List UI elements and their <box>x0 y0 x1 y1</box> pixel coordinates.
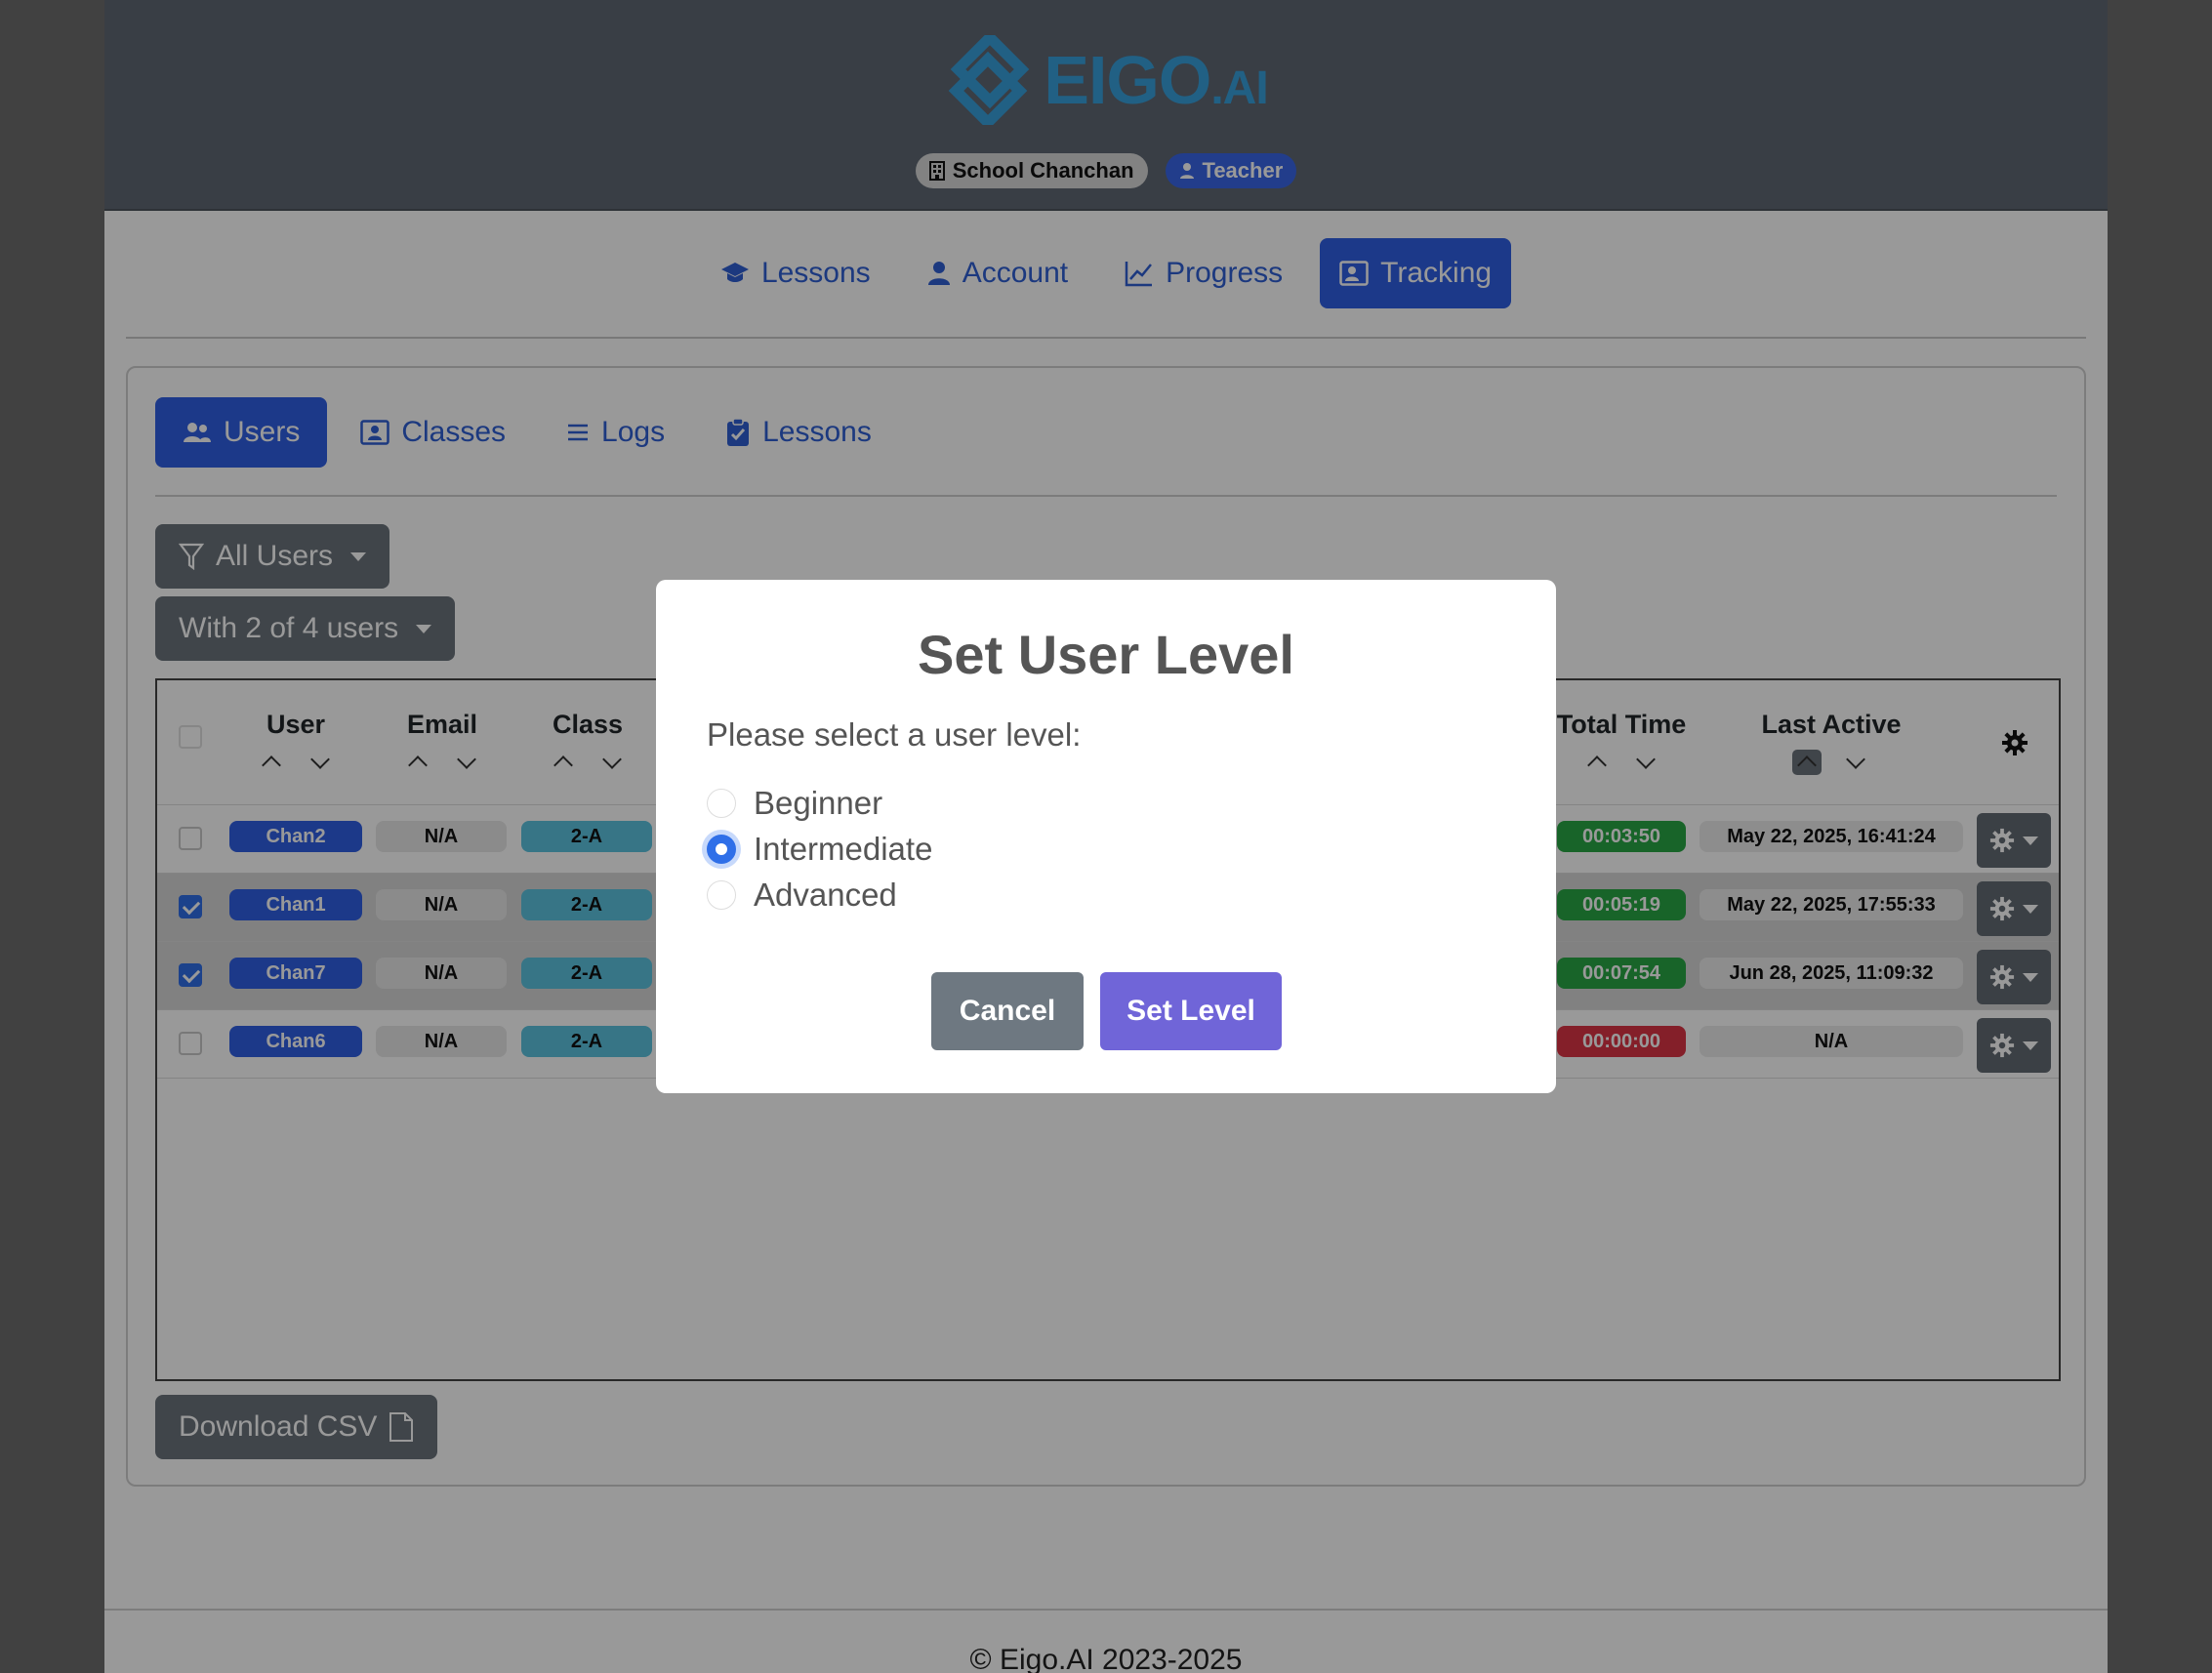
modal-prompt: Please select a user level: <box>707 716 1082 753</box>
modal-title: Set User Level <box>918 624 1294 685</box>
set-level-button[interactable]: Set Level <box>1100 972 1282 1050</box>
level-option-label: Beginner <box>754 785 883 821</box>
radio-intermediate[interactable] <box>707 835 736 864</box>
radio-advanced[interactable] <box>707 880 736 910</box>
level-option-advanced[interactable]: Advanced <box>707 877 897 914</box>
level-option-beginner[interactable]: Beginner <box>707 785 882 822</box>
level-option-label: Intermediate <box>754 831 933 867</box>
level-option-intermediate[interactable]: Intermediate <box>707 831 932 868</box>
radio-beginner[interactable] <box>707 789 736 818</box>
set-level-modal: Set User Level Please select a user leve… <box>656 580 1556 1093</box>
cancel-button[interactable]: Cancel <box>931 972 1084 1050</box>
level-option-label: Advanced <box>754 877 897 913</box>
